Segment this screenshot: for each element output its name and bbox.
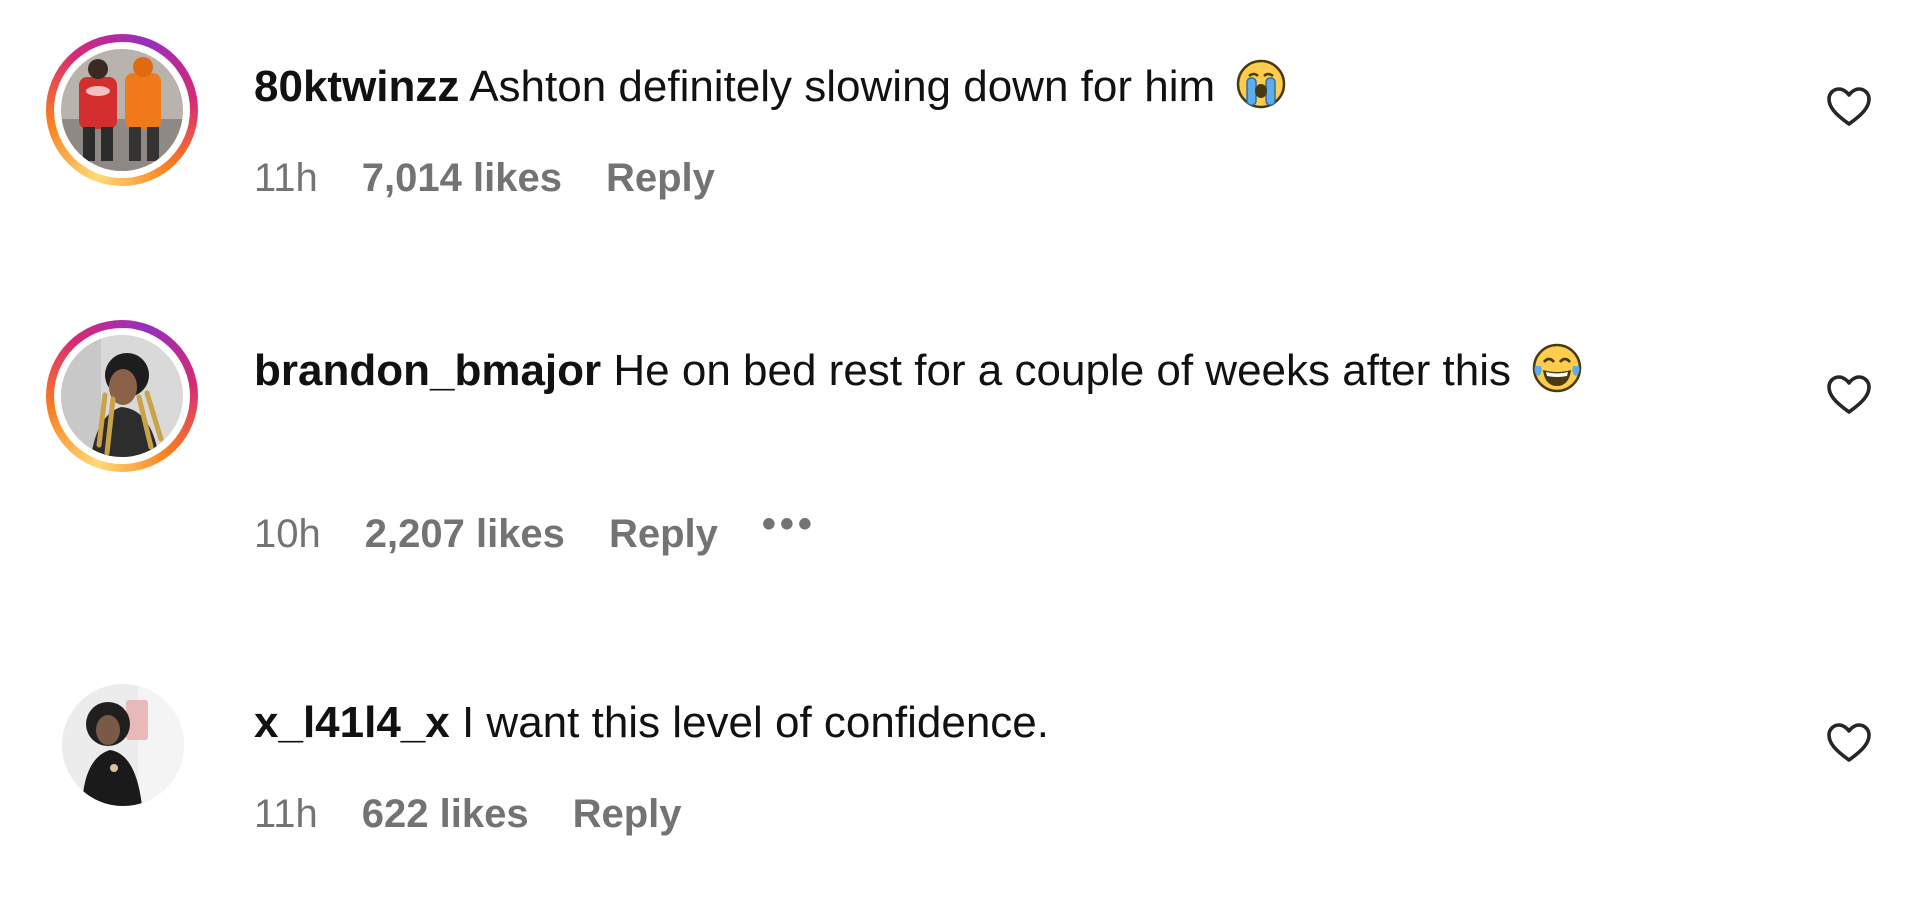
avatar[interactable] <box>46 320 198 472</box>
heart-outline-icon[interactable] <box>1826 722 1872 764</box>
face-with-tears-of-joy-icon <box>1531 342 1583 394</box>
reply-button[interactable]: Reply <box>609 512 718 556</box>
reply-button[interactable]: Reply <box>606 156 715 200</box>
loudly-crying-face-icon <box>1235 58 1287 110</box>
avatar-image <box>61 335 183 457</box>
avatar[interactable] <box>46 34 198 186</box>
comments-panel: 80ktwinzz Ashton definitely slowing down… <box>0 0 1920 900</box>
avatar-image <box>61 49 183 171</box>
comment-time: 11h <box>254 792 318 836</box>
reply-button[interactable]: Reply <box>573 792 682 836</box>
comment-username[interactable]: 80ktwinzz <box>254 62 459 111</box>
comment-likes[interactable]: 7,014 likes <box>362 156 562 200</box>
comment-likes[interactable]: 2,207 likes <box>365 512 565 556</box>
comment-time: 11h <box>254 156 318 200</box>
comment-text: I want this level of confidence. <box>461 698 1049 747</box>
avatar[interactable] <box>46 668 198 820</box>
comment-likes[interactable]: 622 likes <box>362 792 529 836</box>
heart-outline-icon[interactable] <box>1826 374 1872 416</box>
comment-text: He on bed rest for a couple of weeks aft… <box>613 346 1511 395</box>
avatar-image <box>62 684 184 806</box>
more-options-button[interactable]: ••• <box>762 502 816 547</box>
comment-username[interactable]: brandon_bmajor <box>254 346 601 395</box>
comment-time: 10h <box>254 512 321 556</box>
comment-username[interactable]: x_l41l4_x <box>254 698 450 747</box>
heart-outline-icon[interactable] <box>1826 86 1872 128</box>
comment-text: Ashton definitely slowing down for him <box>469 62 1216 111</box>
